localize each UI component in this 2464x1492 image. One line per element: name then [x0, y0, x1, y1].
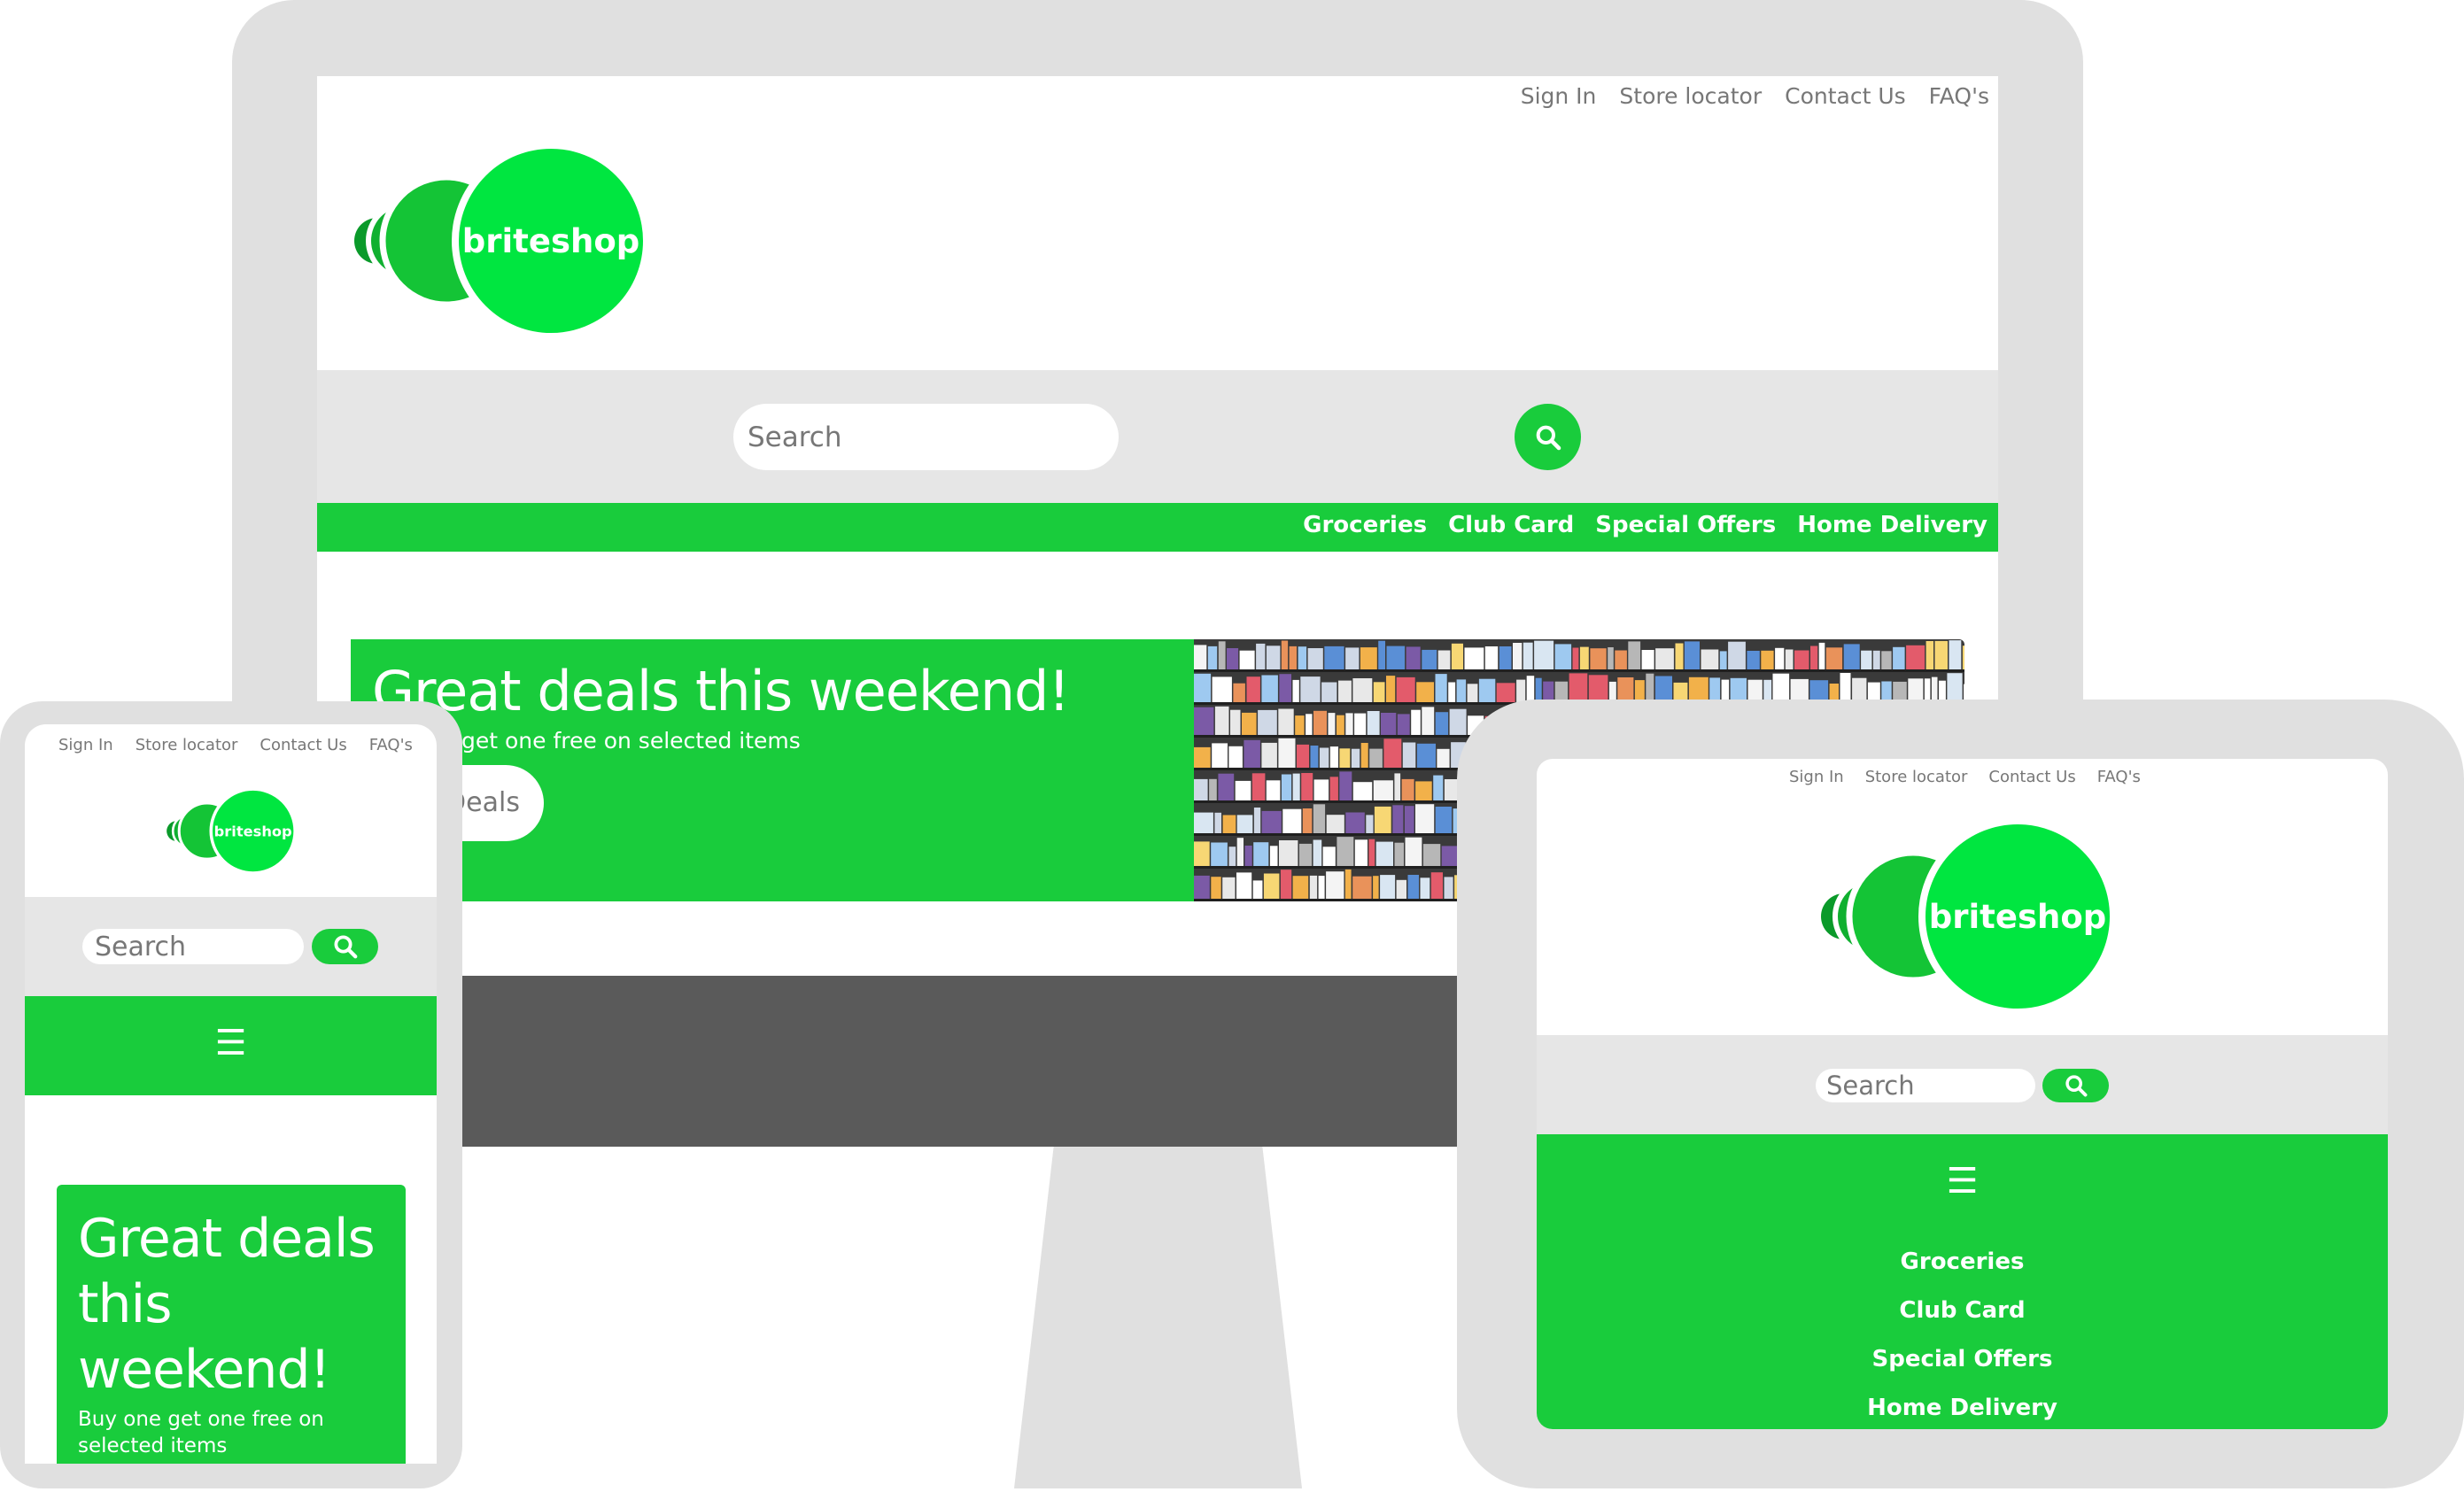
search-band [25, 897, 437, 996]
top-links: Sign In Store locator Contact Us FAQ's [1521, 83, 1989, 109]
faq-link[interactable]: FAQ's [1929, 83, 1989, 109]
search-input[interactable] [82, 929, 304, 964]
top-links: Sign In Store locator Contact Us FAQ's [58, 736, 413, 754]
phone-screen: Sign In Store locator Contact Us FAQ's b… [25, 724, 437, 1464]
search-input[interactable] [733, 404, 1119, 470]
store-locator-link[interactable]: Store locator [1619, 83, 1762, 109]
nav-groceries[interactable]: Groceries [1303, 512, 1427, 538]
main-nav: ☰ Groceries Club Card Special Offers Hom… [1537, 1134, 2388, 1429]
logo-text: briteshop [462, 222, 639, 260]
nav-special-offers[interactable]: Special Offers [1537, 1335, 2388, 1384]
briteshop-logo[interactable]: briteshop [1809, 821, 2115, 1014]
logo-text: briteshop [1929, 898, 2106, 936]
search-icon [2065, 1075, 2087, 1097]
tablet-screen: Sign In Store locator Contact Us FAQ's b… [1537, 759, 2388, 1429]
nav-special-offers[interactable]: Special Offers [1595, 512, 1776, 538]
monitor-stand [1014, 1144, 1302, 1488]
search-icon [334, 935, 357, 959]
nav-links: Groceries Club Card Special Offers Home … [1303, 512, 1987, 538]
hero-subtitle: Buy one get one free on selected items [78, 1408, 324, 1457]
contact-us-link[interactable]: Contact Us [260, 736, 346, 754]
hamburger-icon[interactable]: ☰ [1537, 1161, 2388, 1202]
main-nav: ☰ [25, 996, 437, 1095]
nav-club-card[interactable]: Club Card [1537, 1287, 2388, 1335]
hero-title: Great deals this weekend! [78, 1208, 376, 1401]
nav-club-card[interactable]: Club Card [1448, 512, 1574, 538]
top-links: Sign In Store locator Contact Us FAQ's [1789, 768, 2141, 786]
briteshop-logo[interactable]: briteshop [342, 145, 648, 338]
hero-banner: Great deals this weekend! Buy one get on… [57, 1185, 406, 1464]
mobile-menu: Groceries Club Card Special Offers Home … [1537, 1238, 2388, 1429]
store-locator-link[interactable]: Store locator [1865, 768, 1968, 786]
nav-home-delivery[interactable]: Home Delivery [1537, 1384, 2388, 1429]
search-button[interactable] [1515, 404, 1581, 470]
search-icon [1536, 425, 1561, 450]
sign-in-link[interactable]: Sign In [1789, 768, 1844, 786]
briteshop-logo[interactable]: briteshop [161, 789, 296, 874]
search-band [1537, 1035, 2388, 1134]
contact-us-link[interactable]: Contact Us [1988, 768, 2075, 786]
hero-title: Great deals this weekend! [372, 659, 1070, 723]
sign-in-link[interactable]: Sign In [58, 736, 113, 754]
store-locator-link[interactable]: Store locator [136, 736, 238, 754]
logo-text: briteshop [214, 823, 292, 839]
hero-banner: Great deals this weekend! get one free o… [351, 639, 1194, 901]
search-button[interactable] [312, 929, 378, 964]
hero-subtitle: get one free on selected items [461, 728, 801, 754]
contact-us-link[interactable]: Contact Us [1785, 83, 1906, 109]
hamburger-icon[interactable]: ☰ [25, 1023, 437, 1063]
nav-groceries[interactable]: Groceries [1537, 1238, 2388, 1287]
search-input[interactable] [1816, 1069, 2035, 1102]
nav-home-delivery[interactable]: Home Delivery [1797, 512, 1987, 538]
faq-link[interactable]: FAQ's [369, 736, 413, 754]
sign-in-link[interactable]: Sign In [1521, 83, 1597, 109]
search-button[interactable] [2042, 1069, 2109, 1102]
faq-link[interactable]: FAQ's [2097, 768, 2141, 786]
main-nav: Groceries Club Card Special Offers Home … [317, 503, 1998, 552]
search-band [317, 370, 1998, 503]
